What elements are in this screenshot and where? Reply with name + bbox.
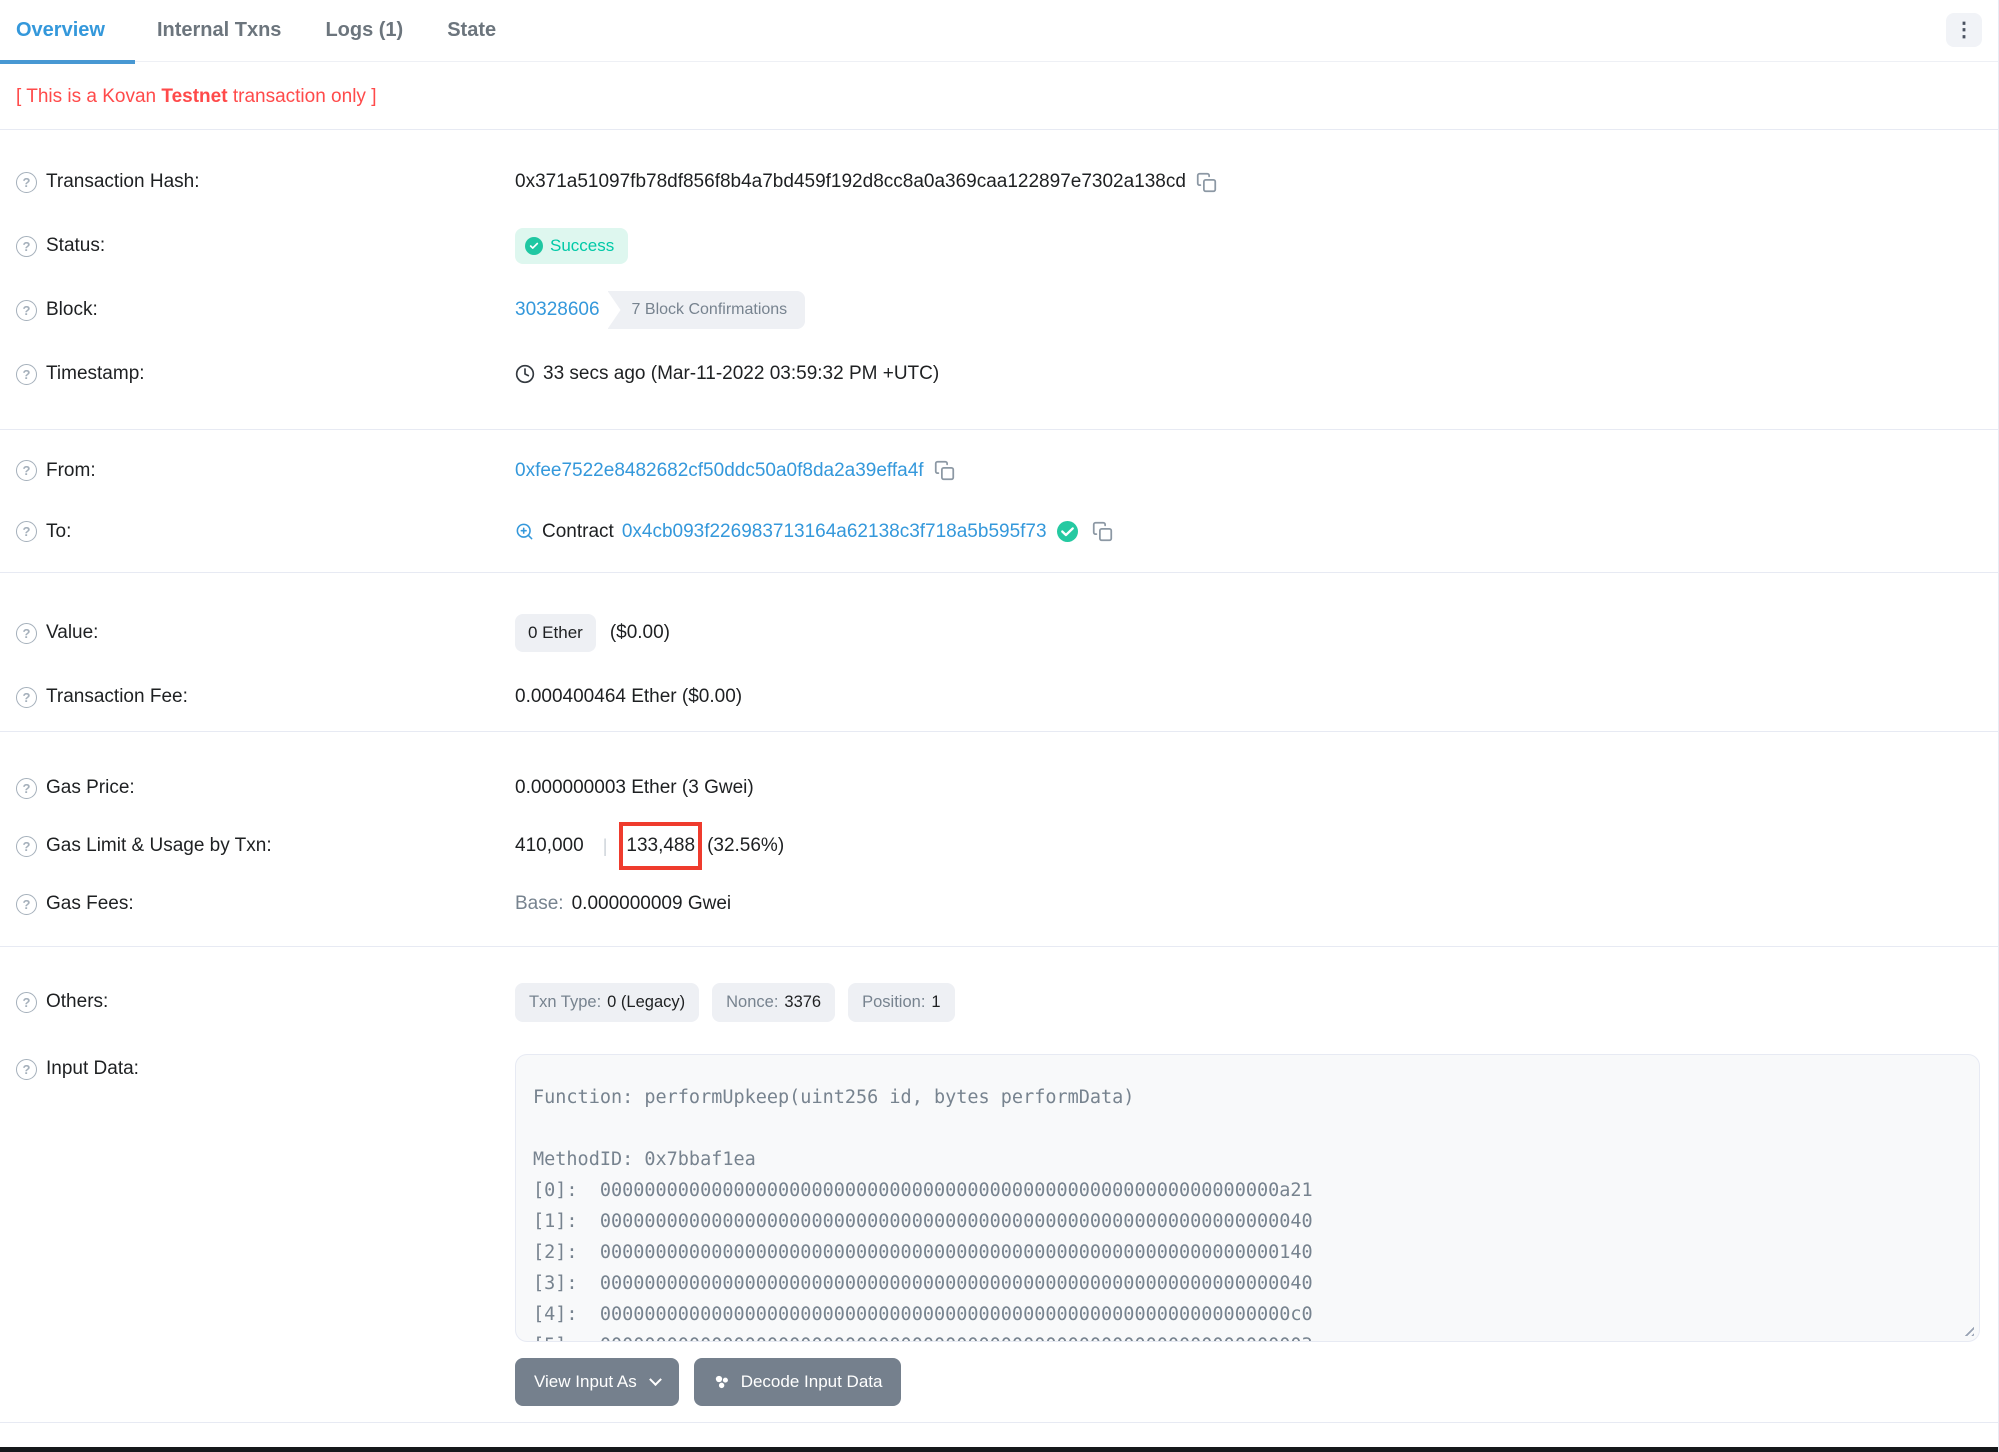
help-icon[interactable]: ?	[16, 363, 37, 385]
section-hash-status-block-time: ? Transaction Hash: 0x371a51097fb78df856f…	[0, 130, 1998, 430]
transaction-fee-row: ? Transaction Fee: 0.000400464 Ether ($0.…	[0, 665, 1998, 729]
txn-type-badge: Txn Type: 0 (Legacy)	[515, 982, 700, 1022]
view-input-as-button[interactable]: View Input As	[515, 1358, 679, 1406]
testnet-notice: [ This is a Kovan Testnet transaction on…	[16, 86, 377, 107]
gas-fees-label: Gas Fees:	[46, 893, 134, 914]
to-row: ? To: Contract 0x4cb093f226983713164a6213…	[0, 501, 1998, 562]
block-label: Block:	[46, 299, 98, 320]
tab-logs[interactable]: Logs (1)	[303, 0, 425, 62]
help-icon[interactable]: ?	[16, 893, 37, 915]
section-from-to: ? From: 0xfee7522e8482682cf50ddc50a0f8da2…	[0, 430, 1998, 573]
value-label: Value:	[46, 622, 99, 643]
ether-value-badge: 0 Ether	[515, 614, 596, 652]
block-confirmations-badge: 7 Block Confirmations	[607, 291, 806, 329]
others-label: Others:	[46, 991, 109, 1012]
input-data-text: Function: performUpkeep(uint256 id, byte…	[533, 1087, 1313, 1341]
block-row: ? Block: 30328606 7 Block Confirmations	[0, 278, 1998, 342]
testnet-notice-section: [ This is a Kovan Testnet transaction on…	[0, 62, 1998, 130]
decode-input-data-button[interactable]: Decode Input Data	[693, 1358, 902, 1406]
timestamp-row: ? Timestamp: 33 secs ago (Mar-11-2022 03:…	[0, 342, 1998, 406]
contract-word: Contract	[542, 520, 614, 542]
nonce-badge: Nonce: 3376	[712, 982, 836, 1022]
resize-handle-icon[interactable]	[1961, 1323, 1974, 1336]
base-fee-label: Base:	[515, 893, 564, 914]
separator: |	[602, 835, 608, 856]
help-icon[interactable]: ?	[16, 171, 37, 193]
help-icon[interactable]: ?	[16, 460, 37, 481]
clock-icon	[515, 364, 535, 384]
help-icon[interactable]: ?	[16, 835, 37, 857]
to-address-link[interactable]: 0x4cb093f226983713164a62138c3f718a5b595f…	[622, 521, 1047, 543]
gas-limit-value: 410,000	[515, 835, 584, 856]
timestamp-value: 33 secs ago (Mar-11-2022 03:59:32 PM +UT…	[543, 363, 940, 384]
copy-icon[interactable]	[1196, 172, 1217, 193]
input-data-box[interactable]: Function: performUpkeep(uint256 id, byte…	[515, 1054, 1980, 1342]
transaction-fee-label: Transaction Fee:	[46, 686, 188, 707]
tab-internal-txns[interactable]: Internal Txns	[135, 0, 303, 62]
help-icon[interactable]: ?	[16, 991, 37, 1013]
section-gas: ? Gas Price: 0.000000003 Ether (3 Gwei) ?…	[0, 732, 1998, 947]
base-fee-value: 0.000000009 Gwei	[571, 893, 732, 914]
from-label: From:	[46, 459, 96, 481]
gas-used-percent: (32.56%)	[707, 835, 785, 856]
copy-icon[interactable]	[1092, 521, 1113, 542]
gas-fees-row: ? Gas Fees: Base: 0.000000009 Gwei	[0, 875, 1998, 933]
help-icon[interactable]: ?	[16, 299, 37, 321]
status-row: ? Status: Success	[0, 214, 1998, 278]
gas-used-value-highlighted: 133,488	[619, 822, 702, 870]
copy-icon[interactable]	[934, 460, 955, 481]
from-row: ? From: 0xfee7522e8482682cf50ddc50a0f8da2…	[0, 440, 1998, 501]
gas-price-row: ? Gas Price: 0.000000003 Ether (3 Gwei)	[0, 759, 1998, 817]
to-label: To:	[46, 520, 72, 542]
timestamp-label: Timestamp:	[46, 363, 145, 384]
decode-icon	[713, 1373, 731, 1391]
gas-price-label: Gas Price:	[46, 777, 135, 798]
kebab-menu-icon[interactable]: ⋮	[1946, 13, 1982, 47]
help-icon[interactable]: ?	[16, 777, 37, 799]
gas-price-value: 0.000000003 Ether (3 Gwei)	[515, 777, 754, 798]
help-icon[interactable]: ?	[16, 521, 37, 542]
status-badge: Success	[515, 228, 629, 264]
from-address-link[interactable]: 0xfee7522e8482682cf50ddc50a0f8da2a39effa…	[515, 460, 924, 482]
section-value-fee: ? Value: 0 Ether ($0.00) ? Transaction Fee…	[0, 573, 1998, 732]
transaction-hash-label: Transaction Hash:	[46, 171, 200, 192]
chevron-down-icon	[648, 1372, 662, 1386]
input-data-buttons: View Input As Decode Input Data	[515, 1358, 1998, 1406]
others-row: ? Others: Txn Type: 0 (Legacy) Nonce: 3376 …	[0, 972, 1998, 1032]
bottom-edge-bar	[0, 1447, 1998, 1452]
help-icon[interactable]: ?	[16, 686, 37, 708]
help-icon[interactable]: ?	[16, 622, 37, 644]
input-data-label: Input Data:	[46, 1058, 139, 1079]
help-icon[interactable]: ?	[16, 1058, 37, 1080]
position-badge: Position: 1	[848, 982, 955, 1022]
help-icon[interactable]: ?	[16, 235, 37, 257]
tab-state[interactable]: State	[425, 0, 518, 62]
gas-limit-label: Gas Limit & Usage by Txn:	[46, 835, 272, 856]
magnifier-plus-icon[interactable]	[515, 522, 534, 541]
value-usd: ($0.00)	[609, 622, 671, 643]
check-icon	[525, 237, 543, 255]
block-number-link[interactable]: 30328606	[515, 299, 600, 321]
section-others-input: ? Others: Txn Type: 0 (Legacy) Nonce: 3376 …	[0, 947, 1998, 1423]
status-label: Status:	[46, 235, 106, 256]
transaction-fee-value: 0.000400464 Ether ($0.00)	[515, 686, 743, 707]
input-data-row: ? Input Data: Function: performUpkeep(uin…	[0, 1054, 1998, 1406]
tab-overview[interactable]: Overview	[0, 0, 135, 64]
verified-check-icon	[1056, 521, 1078, 542]
value-row: ? Value: 0 Ether ($0.00)	[0, 601, 1998, 665]
gas-limit-row: ? Gas Limit & Usage by Txn: 410,000 | 133…	[0, 817, 1998, 875]
tab-bar: Overview Internal Txns Logs (1) State ⋮	[0, 0, 1998, 64]
transaction-hash-row: ? Transaction Hash: 0x371a51097fb78df856f…	[0, 150, 1998, 214]
transaction-hash-value: 0x371a51097fb78df856f8b4a7bd459f192d8cc8…	[515, 171, 1186, 192]
